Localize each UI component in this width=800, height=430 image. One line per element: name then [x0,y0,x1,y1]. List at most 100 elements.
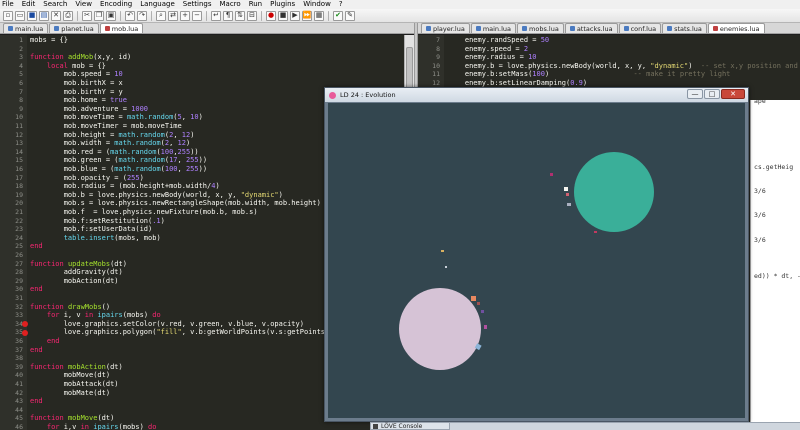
menu-view[interactable]: View [75,0,92,9]
menu-plugins[interactable]: Plugins [270,0,295,9]
play-multiple-icon[interactable]: ⏩ [302,10,312,21]
tab-main-lua[interactable]: main.lua [3,23,49,33]
copy-icon[interactable]: ❐ [94,10,104,21]
tab-player-lua[interactable]: player.lua [421,23,470,33]
code-line[interactable]: function mobMove(dt) [30,414,114,423]
code-line[interactable]: local mob = {} [30,62,106,71]
zoom-in-icon[interactable]: + [180,10,190,21]
wrap-icon[interactable]: ↵ [211,10,221,21]
code-line[interactable]: end [30,285,43,294]
code-line[interactable]: table.insert(mobs, mob) [30,234,161,243]
code-line[interactable]: mob.s = love.physics.newRectangleShape(m… [30,199,321,208]
play-macro-icon[interactable]: ▶ [290,10,300,21]
print-icon[interactable]: ⎙ [63,10,73,21]
maximize-button[interactable]: □ [704,89,720,99]
menu-language[interactable]: Language [140,0,175,9]
code-line[interactable]: mob.adventure = 1000 [30,105,148,114]
tab-main-lua[interactable]: main.lua [470,23,517,33]
minimize-button[interactable]: — [687,89,703,99]
tab-mobs-lua[interactable]: mobs.lua [517,23,564,33]
code-line[interactable]: function updateMobs(dt) [30,260,127,269]
code-line[interactable]: for i,v in ipairs(mobs) do [30,423,157,430]
code-line[interactable]: mobMove(dt) [30,371,110,380]
code-line[interactable]: end [30,397,43,406]
code-line[interactable]: love.graphics.polygon("fill", v.b:getWor… [30,328,342,337]
zoom-out-icon[interactable]: − [192,10,202,21]
code-line[interactable]: enemy.b = love.physics.newBody(world, x,… [448,62,800,71]
menu-file[interactable]: File [2,0,14,9]
code-line[interactable]: mob.moveTimer = mob.moveTime [30,122,182,131]
code-line[interactable]: mob.f:setUserData(id) [30,225,153,234]
breakpoint-marker[interactable] [22,321,28,328]
code-line[interactable]: addGravity(dt) [30,268,123,277]
breakpoint-marker[interactable] [22,329,28,336]
sync-scroll-icon[interactable]: ⇅ [235,10,245,21]
code-line[interactable]: function addMob(x,y, id) [30,53,131,62]
paste-icon[interactable]: ▣ [106,10,116,21]
menu-window[interactable]: Window [303,0,331,9]
code-line[interactable]: function mobAction(dt) [30,363,123,372]
tab-enemies-lua[interactable]: enemies.lua [707,23,765,33]
code-line[interactable]: mob.birthY = y [30,88,123,97]
tab-planet-lua[interactable]: planet.lua [49,23,99,33]
tab-conf-lua[interactable]: conf.lua [618,23,662,33]
code-line[interactable]: enemy.speed = 2 [448,45,528,54]
replace-icon[interactable]: ⇄ [168,10,178,21]
fold-icon[interactable]: ⊟ [247,10,257,21]
record-macro-icon[interactable]: ● [266,10,276,21]
close-icon[interactable]: ✕ [51,10,61,21]
love-console-taskbar[interactable]: LÖVE Console [370,422,450,430]
code-line[interactable]: end [30,242,43,251]
cut-icon[interactable]: ✂ [82,10,92,21]
code-line[interactable]: mobAttack(dt) [30,380,119,389]
code-line[interactable]: mobs = {} [30,36,68,45]
game-window[interactable]: LD 24 : Evolution — □ ✕ [324,87,749,422]
undo-icon[interactable]: ↶ [125,10,135,21]
code-line[interactable]: mob.home = true [30,96,127,105]
code-line[interactable]: enemy.radius = 10 [448,53,537,62]
save-all-icon[interactable]: ▤ [39,10,49,21]
tab-mob-lua[interactable]: mob.lua [99,23,144,33]
code-line[interactable]: function drawMobs() [30,303,110,312]
code-line[interactable]: mob.blue = (math.random(100, 255)) [30,165,207,174]
code-line[interactable]: mob.opacity = (255) [30,174,144,183]
code-line[interactable]: mob.red = (math.random(100,255)) [30,148,199,157]
code-line[interactable]: mob.green = (math.random(17, 255)) [30,156,207,165]
code-line[interactable]: end [30,346,43,355]
indent-guide-icon[interactable]: ¶ [223,10,233,21]
new-icon[interactable]: ▫ [3,10,13,21]
code-line[interactable]: mob.b = love.physics.newBody(world, x, y… [30,191,283,200]
menu-settings[interactable]: Settings [183,0,212,9]
game-canvas[interactable] [328,103,745,418]
save-macro-icon[interactable]: ▦ [314,10,324,21]
code-line[interactable]: enemy.b:setMass(100) -- make it pretty l… [448,70,731,79]
code-line[interactable]: for i, v in ipairs(mobs) do [30,311,161,320]
close-button[interactable]: ✕ [721,89,745,99]
menu-encoding[interactable]: Encoding [100,0,132,9]
code-line[interactable]: mob.moveTime = math.random(5, 10) [30,113,203,122]
redo-icon[interactable]: ↷ [137,10,147,21]
stop-macro-icon[interactable]: ■ [278,10,288,21]
save-icon[interactable]: ■ [27,10,37,21]
code-line[interactable]: mob.height = math.random(2, 12) [30,131,195,140]
code-line[interactable]: love.graphics.setColor(v.red, v.green, v… [30,320,304,329]
menu-run[interactable]: Run [249,0,262,9]
code-line[interactable]: mob.f = love.physics.newFixture(mob.b, m… [30,208,258,217]
plugin-icon[interactable]: ✎ [345,10,355,21]
code-line[interactable]: mob.f:setRestitution(.1) [30,217,165,226]
code-line[interactable]: mob.width = math.random(2, 12) [30,139,190,148]
code-line[interactable]: mob.radius = (mob.height+mob.width/4) [30,182,220,191]
code-line[interactable]: mobMate(dt) [30,389,110,398]
menu-macro[interactable]: Macro [220,0,241,9]
menu-help[interactable]: ? [339,0,343,9]
game-titlebar[interactable]: LD 24 : Evolution — □ ✕ [325,88,748,102]
menu-edit[interactable]: Edit [22,0,36,9]
run-icon[interactable]: ✔ [333,10,343,21]
tab-attacks-lua[interactable]: attacks.lua [564,23,618,33]
open-icon[interactable]: ▭ [15,10,25,21]
find-icon[interactable]: ⌕ [156,10,166,21]
tab-stats-lua[interactable]: stats.lua [662,23,707,33]
code-line[interactable]: mob.speed = 10 [30,70,123,79]
code-line[interactable]: mobAction(dt) [30,277,119,286]
code-line[interactable]: enemy.randSpeed = 50 [448,36,549,45]
